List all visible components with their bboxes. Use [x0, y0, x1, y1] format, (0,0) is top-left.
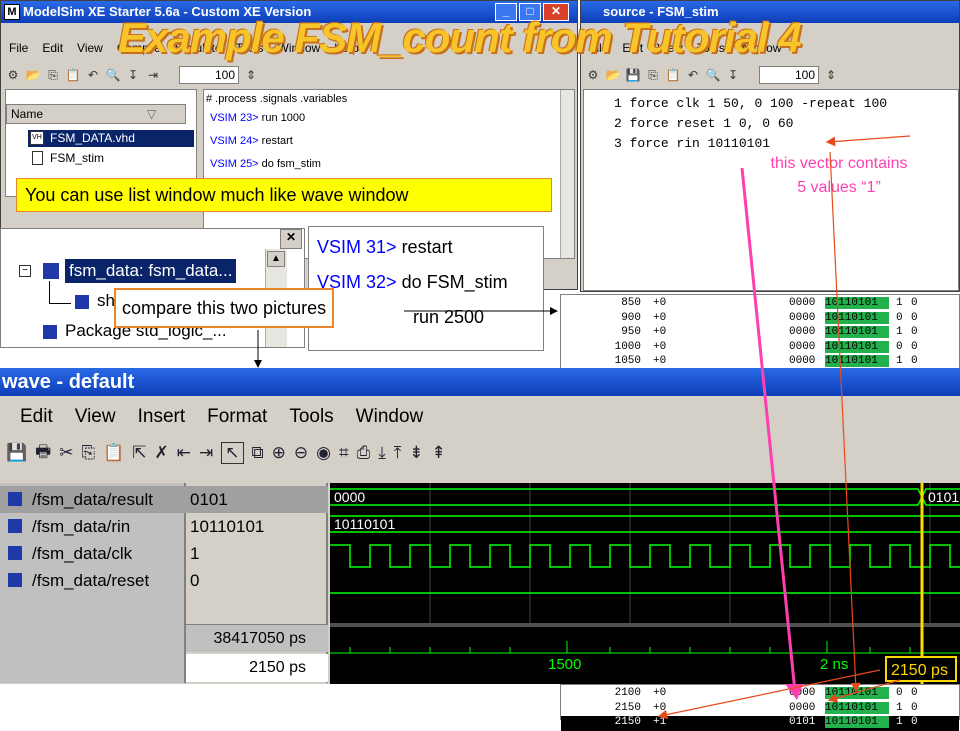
annotation-arrows — [254, 135, 911, 720]
arrow-vector — [825, 135, 911, 147]
pink-pointer — [740, 167, 797, 693]
arrow-vector-down — [829, 151, 861, 693]
arrow-cursor-2 — [827, 679, 901, 703]
arrow-cursor-1 — [657, 669, 881, 720]
